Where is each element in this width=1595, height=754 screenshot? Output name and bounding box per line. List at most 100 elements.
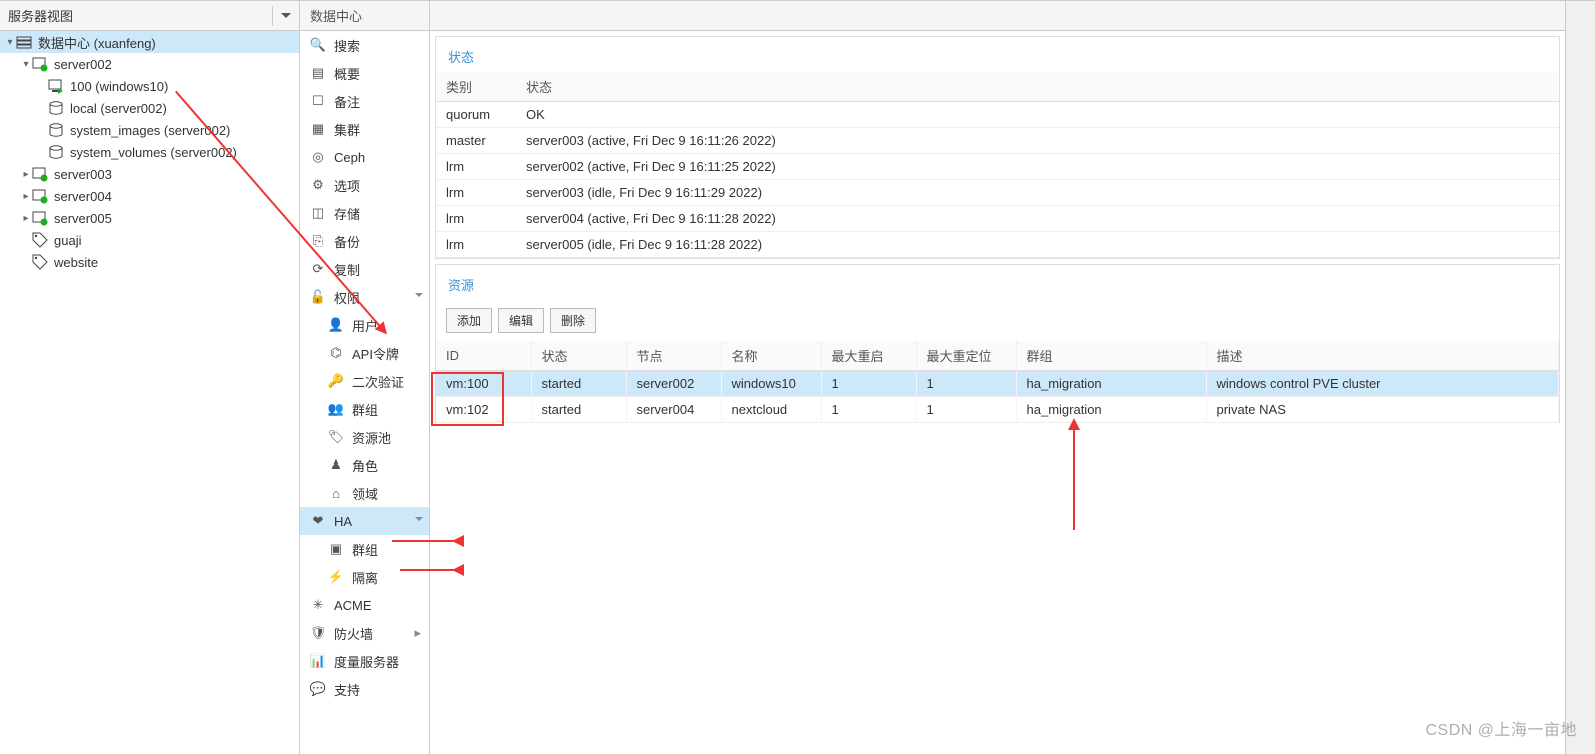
menu-options[interactable]: ⚙选项 <box>300 171 429 199</box>
tag-icon <box>32 254 48 270</box>
tree-label: server003 <box>54 167 112 182</box>
ceph-icon: ◎ <box>310 149 326 165</box>
col-max-relocate[interactable]: 最大重定位 <box>916 341 1016 371</box>
table-row[interactable]: lrmserver004 (active, Fri Dec 9 16:11:28… <box>436 206 1559 232</box>
table-row[interactable]: vm:102startedserver004nextcloud11ha_migr… <box>436 397 1559 423</box>
col-state[interactable]: 状态 <box>531 341 626 371</box>
vm-running-icon <box>48 78 64 94</box>
tag-icon <box>32 232 48 248</box>
token-icon: ⌬ <box>328 345 344 361</box>
note-icon: ☐ <box>310 93 326 109</box>
cell-max-relocate: 1 <box>916 371 1016 397</box>
tree-label: system_volumes (server002) <box>70 145 237 160</box>
menu-search[interactable]: 🔍搜索 <box>300 31 429 59</box>
menu-roles[interactable]: ♟角色 <box>300 451 429 479</box>
support-icon: 💬 <box>310 681 326 697</box>
col-id[interactable]: ID <box>436 341 531 371</box>
cell-state: started <box>531 397 626 423</box>
table-row[interactable]: masterserver003 (active, Fri Dec 9 16:11… <box>436 128 1559 154</box>
col-node[interactable]: 节点 <box>626 341 721 371</box>
menu-backup[interactable]: ⎘备份 <box>300 227 429 255</box>
menu-summary[interactable]: ▤概要 <box>300 59 429 87</box>
table-row[interactable]: lrmserver003 (idle, Fri Dec 9 16:11:29 2… <box>436 180 1559 206</box>
menu-pools[interactable]: 🏷资源池 <box>300 423 429 451</box>
watermark: CSDN @上海一亩地 <box>1425 716 1577 740</box>
menu-groups[interactable]: 👥群组 <box>300 395 429 423</box>
cell-node: server004 <box>626 397 721 423</box>
cell-desc: private NAS <box>1206 397 1559 423</box>
tree-item-server003[interactable]: ▸ server003 <box>0 163 299 185</box>
menu-ha-groups[interactable]: ▣群组 <box>300 535 429 563</box>
tree-item-server005[interactable]: ▸ server005 <box>0 207 299 229</box>
tree-item-guaji[interactable]: guaji <box>0 229 299 251</box>
cell-type: lrm <box>436 232 516 258</box>
menu-replication[interactable]: ⟳复制 <box>300 255 429 283</box>
tree-item-vm100[interactable]: 100 (windows10) <box>0 75 299 97</box>
col-desc[interactable]: 描述 <box>1206 341 1559 371</box>
menu-firewall[interactable]: 🛡防火墙▸ <box>300 619 429 647</box>
collapse-icon[interactable]: ▾ <box>4 37 16 48</box>
tree-item-system-images[interactable]: system_images (server002) <box>0 119 299 141</box>
menu-ha[interactable]: ❤HA <box>300 507 429 535</box>
right-gutter <box>1565 1 1595 754</box>
add-button[interactable]: 添加 <box>446 308 492 333</box>
tree-item-datacenter[interactable]: ▾ 数据中心 (xuanfeng) <box>0 31 299 53</box>
expand-icon[interactable]: ▸ <box>20 169 32 180</box>
edit-button[interactable]: 编辑 <box>498 308 544 333</box>
object-group-icon: ▣ <box>328 541 344 557</box>
cell-name: windows10 <box>721 371 821 397</box>
col-group[interactable]: 群组 <box>1016 341 1206 371</box>
tree-item-system-volumes[interactable]: system_volumes (server002) <box>0 141 299 163</box>
menu-twofa[interactable]: 🔑二次验证 <box>300 367 429 395</box>
replication-icon: ⟳ <box>310 261 326 277</box>
realm-icon: ⌂ <box>328 486 344 501</box>
expand-icon[interactable]: ▸ <box>20 213 32 224</box>
storage-icon <box>48 144 64 160</box>
menu-permissions[interactable]: 🔓权限 <box>300 283 429 311</box>
col-type[interactable]: 类别 <box>436 72 516 102</box>
table-row[interactable]: vm:100startedserver002windows1011ha_migr… <box>436 371 1559 397</box>
cell-node: server002 <box>626 371 721 397</box>
menu-fencing[interactable]: ⚡隔离 <box>300 563 429 591</box>
server-tree[interactable]: ▾ 数据中心 (xuanfeng) ▾ server002 100 (windo… <box>0 31 299 754</box>
tree-label: server005 <box>54 211 112 226</box>
tree-item-server004[interactable]: ▸ server004 <box>0 185 299 207</box>
breadcrumb: 数据中心 <box>300 1 429 31</box>
menu-storage[interactable]: ◫存储 <box>300 199 429 227</box>
tree-item-local[interactable]: local (server002) <box>0 97 299 119</box>
resources-table[interactable]: ID 状态 节点 名称 最大重启 最大重定位 群组 描述 vm:100start… <box>436 341 1559 423</box>
cell-status: server003 (active, Fri Dec 9 16:11:26 20… <box>516 128 1559 154</box>
collapse-icon[interactable]: ▾ <box>20 59 32 70</box>
menu-api-tokens[interactable]: ⌬API令牌 <box>300 339 429 367</box>
table-row[interactable]: quorumOK <box>436 102 1559 128</box>
view-selector[interactable]: 服务器视图 <box>0 1 299 31</box>
menu-users[interactable]: 👤用户 <box>300 311 429 339</box>
menu-acme[interactable]: ✳ACME <box>300 591 429 619</box>
expand-icon[interactable]: ▸ <box>20 191 32 202</box>
table-row[interactable]: lrmserver002 (active, Fri Dec 9 16:11:25… <box>436 154 1559 180</box>
server-online-icon <box>32 166 48 182</box>
lock-open-icon: 🔓 <box>310 289 326 305</box>
col-name[interactable]: 名称 <box>721 341 821 371</box>
menu-ceph[interactable]: ◎Ceph <box>300 143 429 171</box>
tree-item-server002[interactable]: ▾ server002 <box>0 53 299 75</box>
menu-metrics[interactable]: 📊度量服务器 <box>300 647 429 675</box>
tree-label: system_images (server002) <box>70 123 230 138</box>
key-icon: 🔑 <box>328 373 344 389</box>
cell-max-restart: 1 <box>821 397 916 423</box>
menu-cluster[interactable]: ▦集群 <box>300 115 429 143</box>
book-icon: ▤ <box>310 65 326 81</box>
search-icon: 🔍 <box>310 37 326 53</box>
menu-notes[interactable]: ☐备注 <box>300 87 429 115</box>
status-section-title: 状态 <box>436 37 1559 72</box>
view-selector-label: 服务器视图 <box>8 6 73 25</box>
menu-support[interactable]: 💬支持 <box>300 675 429 703</box>
table-row[interactable]: lrmserver005 (idle, Fri Dec 9 16:11:28 2… <box>436 232 1559 258</box>
chart-icon: 📊 <box>310 653 326 669</box>
menu-realms[interactable]: ⌂领域 <box>300 479 429 507</box>
remove-button[interactable]: 删除 <box>550 308 596 333</box>
tree-item-website[interactable]: website <box>0 251 299 273</box>
col-status[interactable]: 状态 <box>516 72 1559 102</box>
server-online-icon <box>32 56 48 72</box>
col-max-restart[interactable]: 最大重启 <box>821 341 916 371</box>
